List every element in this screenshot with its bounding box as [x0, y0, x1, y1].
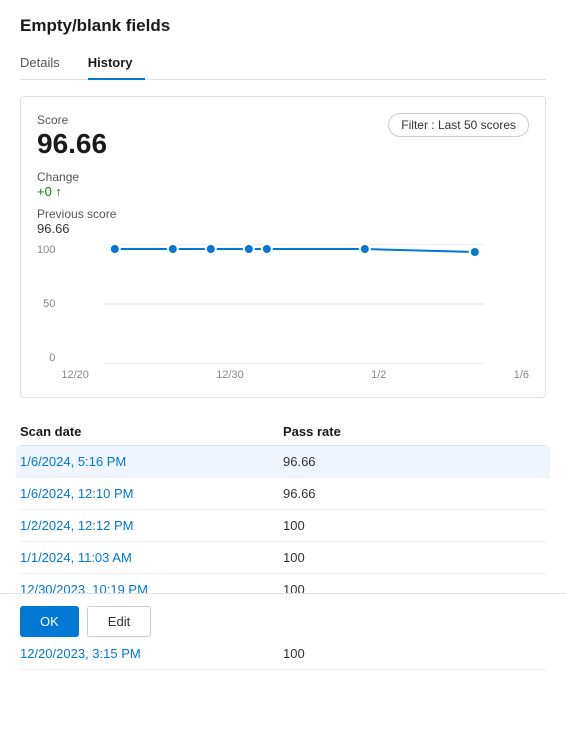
edit-button[interactable]: Edit [87, 606, 151, 637]
x-label-12: 1/2 [371, 369, 386, 381]
y-label-50: 50 [43, 298, 55, 310]
table-row: 1/2/2024, 12:12 PM100 [20, 510, 546, 542]
y-label-0: 0 [49, 352, 55, 364]
chart-wrapper: 100 50 0 [37, 244, 529, 381]
chart-svg-container: 12/20 12/30 1/2 1/6 [61, 244, 529, 381]
scan-date-cell[interactable]: 1/1/2024, 11:03 AM [20, 550, 283, 565]
score-section: Score 96.66 Change +0 ↑ Previous score 9… [37, 113, 116, 236]
filter-button[interactable]: Filter : Last 50 scores [388, 113, 529, 137]
line-chart-svg [61, 244, 529, 364]
pass-rate-cell: 96.66 [283, 454, 546, 469]
score-label: Score [37, 113, 116, 127]
page-title: Empty/blank fields [20, 16, 546, 36]
chart-card: Score 96.66 Change +0 ↑ Previous score 9… [20, 96, 546, 398]
scan-date-cell[interactable]: 1/2/2024, 12:12 PM [20, 518, 283, 533]
prev-score-value: 96.66 [37, 221, 116, 236]
tab-details[interactable]: Details [20, 49, 72, 80]
x-axis: 12/20 12/30 1/2 1/6 [61, 369, 529, 381]
table-row: 1/6/2024, 5:16 PM96.66 [16, 446, 550, 478]
chart-header: Score 96.66 Change +0 ↑ Previous score 9… [37, 113, 529, 236]
pass-rate-cell: 96.66 [283, 486, 546, 501]
table-header: Scan date Pass rate [20, 418, 546, 446]
page-container: Empty/blank fields Details History Score… [0, 0, 566, 670]
header-scan-date: Scan date [20, 424, 283, 439]
change-value: +0 ↑ [37, 184, 116, 199]
y-label-100: 100 [37, 244, 55, 256]
footer: OK Edit [0, 593, 566, 649]
tab-history[interactable]: History [88, 49, 145, 80]
scan-date-cell[interactable]: 1/6/2024, 5:16 PM [20, 454, 283, 469]
ok-button[interactable]: OK [20, 606, 79, 637]
score-value: 96.66 [37, 129, 116, 160]
pass-rate-cell: 100 [283, 550, 546, 565]
header-pass-rate: Pass rate [283, 424, 546, 439]
tab-bar: Details History [20, 48, 546, 80]
table-row: 1/1/2024, 11:03 AM100 [20, 542, 546, 574]
x-label-1220: 12/20 [61, 369, 89, 381]
change-label: Change [37, 170, 116, 184]
pass-rate-cell: 100 [283, 518, 546, 533]
y-axis: 100 50 0 [37, 244, 61, 364]
table-row: 1/6/2024, 12:10 PM96.66 [20, 478, 546, 510]
x-label-16: 1/6 [514, 369, 529, 381]
x-label-1230: 12/30 [216, 369, 244, 381]
prev-score-label: Previous score [37, 207, 116, 221]
scan-date-cell[interactable]: 1/6/2024, 12:10 PM [20, 486, 283, 501]
